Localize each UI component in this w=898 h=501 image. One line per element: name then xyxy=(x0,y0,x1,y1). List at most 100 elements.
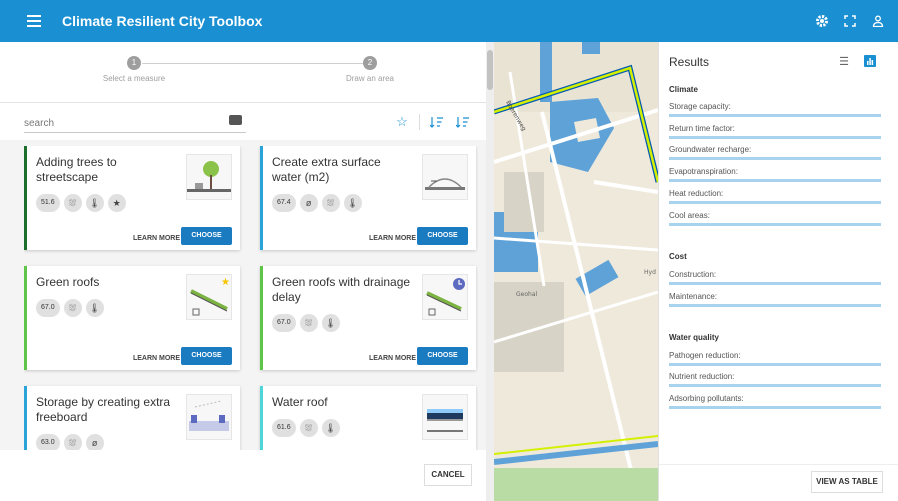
scrollbar[interactable] xyxy=(486,42,494,501)
result-row: Adsorbing pollutants: xyxy=(669,394,881,409)
rain-icon: ⛆ xyxy=(63,194,82,212)
result-label: Evapotranspiration: xyxy=(669,167,738,176)
map-poi-label: Geohal xyxy=(516,291,537,298)
measure-card[interactable]: Adding trees to streetscape 51.6 ⛆ 🌡 ★ L… xyxy=(24,146,240,250)
choose-button[interactable]: CHOOSE xyxy=(181,227,232,245)
no-drought-icon: ø xyxy=(299,194,318,212)
search-box xyxy=(24,113,246,133)
result-bar xyxy=(669,363,881,366)
app-title: Climate Resilient City Toolbox xyxy=(62,13,263,29)
measure-title: Green roofs xyxy=(36,275,100,289)
result-label: Storage capacity: xyxy=(669,102,731,111)
panel-footer: CANCEL xyxy=(0,450,488,501)
chart-view-icon[interactable] xyxy=(861,52,879,70)
cancel-button[interactable]: CANCEL xyxy=(424,464,472,486)
sort-alpha-icon[interactable] xyxy=(428,113,446,131)
results-footer: VIEW AS TABLE xyxy=(659,464,898,501)
freeboard-illustration xyxy=(186,394,232,440)
thermometer-icon: 🌡 xyxy=(321,419,340,437)
score-chip: 51.6 xyxy=(36,194,60,212)
choose-button[interactable]: CHOOSE xyxy=(181,347,232,365)
app-bar: Climate Resilient City Toolbox xyxy=(0,0,898,42)
fullscreen-icon[interactable] xyxy=(838,9,862,33)
choose-button[interactable]: CHOOSE xyxy=(417,347,468,365)
score-chip: 67.4 xyxy=(272,194,296,212)
step-select-measure[interactable]: 1 Select a measure xyxy=(64,56,204,83)
result-row: Groundwater recharge: xyxy=(669,145,881,160)
learn-more-link[interactable]: LEARN MORE xyxy=(369,355,416,362)
learn-more-link[interactable]: LEARN MORE xyxy=(133,235,180,242)
measure-card[interactable]: Create extra surface water (m2) 67.4 ø ⛆… xyxy=(260,146,476,250)
map-canvas[interactable]: Boerenweg Geohal Hyd xyxy=(494,42,658,501)
map-view[interactable]: Boerenweg Geohal Hyd xyxy=(494,42,658,501)
result-row: Pathogen reduction: xyxy=(669,351,881,366)
divider xyxy=(419,114,420,130)
measure-card[interactable]: Green roofs 67.0 ⛆ 🌡 ★ LEARN MORE CHOOSE xyxy=(24,266,240,370)
result-label: Return time factor: xyxy=(669,124,735,133)
step-draw-area[interactable]: 2 Draw an area xyxy=(300,56,440,83)
stepper: 1 Select a measure 2 Draw an area xyxy=(0,42,488,102)
measures-panel: 1 Select a measure 2 Draw an area ☆ Add xyxy=(0,42,488,501)
rain-icon: ⛆ xyxy=(299,419,318,437)
score-chip: 61.6 xyxy=(272,419,296,437)
measure-card[interactable]: Green roofs with drainage delay 67.0 ⛆ 🌡… xyxy=(260,266,476,370)
measure-title: Create extra surface water (m2) xyxy=(272,155,381,184)
result-bar xyxy=(669,282,881,285)
result-label: Adsorbing pollutants: xyxy=(669,394,744,403)
search-bar: ☆ xyxy=(0,102,488,140)
result-label: Pathogen reduction: xyxy=(669,351,741,360)
result-bar xyxy=(669,201,881,204)
results-title: Results xyxy=(669,55,710,69)
sort-numeric-icon[interactable] xyxy=(454,113,472,131)
measure-grid: Adding trees to streetscape 51.6 ⛆ 🌡 ★ L… xyxy=(24,146,478,496)
tree-illustration xyxy=(186,154,232,200)
map-label-hyd: Hyd xyxy=(644,269,656,276)
learn-more-link[interactable]: LEARN MORE xyxy=(133,355,180,362)
result-bar xyxy=(669,136,881,139)
result-bar xyxy=(669,179,881,182)
result-bar xyxy=(669,223,881,226)
score-chip: 67.0 xyxy=(36,299,60,317)
surface-water-illustration xyxy=(422,154,468,200)
step-number: 2 xyxy=(363,56,377,70)
result-row: Maintenance: xyxy=(669,292,881,307)
result-row: Cool areas: xyxy=(669,211,881,226)
favorites-star-icon[interactable]: ☆ xyxy=(393,113,411,131)
result-bar xyxy=(669,384,881,387)
measure-title: Water roof xyxy=(272,395,328,409)
rain-icon: ⛆ xyxy=(321,194,340,212)
results-panel: Results ☰ Climate Storage capacity: Retu… xyxy=(658,42,898,501)
thermometer-icon: 🌡 xyxy=(343,194,362,212)
section-title-climate: Climate xyxy=(669,85,698,94)
step-number: 1 xyxy=(127,56,141,70)
menu-icon[interactable] xyxy=(14,0,54,42)
list-view-icon[interactable]: ☰ xyxy=(835,52,853,70)
result-label: Groundwater recharge: xyxy=(669,145,752,154)
account-icon[interactable] xyxy=(866,9,890,33)
measure-title: Storage by creating extra freeboard xyxy=(36,395,171,424)
scrollbar-thumb[interactable] xyxy=(487,50,493,90)
measure-title: Adding trees to streetscape xyxy=(36,155,117,184)
settings-icon[interactable] xyxy=(810,9,834,33)
choose-button[interactable]: CHOOSE xyxy=(417,227,468,245)
result-row: Return time factor: xyxy=(669,124,881,139)
thermometer-icon: 🌡 xyxy=(85,299,104,317)
result-bar xyxy=(669,304,881,307)
rain-icon: ⛆ xyxy=(299,314,318,332)
svg-text:★: ★ xyxy=(221,277,230,288)
result-row: Storage capacity: xyxy=(669,102,881,117)
learn-more-link[interactable]: LEARN MORE xyxy=(369,235,416,242)
result-row: Construction: xyxy=(669,270,881,285)
result-label: Nutrient reduction: xyxy=(669,372,735,381)
keyboard-icon[interactable] xyxy=(229,115,242,125)
score-chip: 67.0 xyxy=(272,314,296,332)
view-as-table-button[interactable]: VIEW AS TABLE xyxy=(811,471,883,493)
result-label: Cool areas: xyxy=(669,211,710,220)
result-bar xyxy=(669,114,881,117)
water-roof-illustration xyxy=(422,394,468,440)
result-row: Evapotranspiration: xyxy=(669,167,881,182)
result-label: Construction: xyxy=(669,270,717,279)
search-input[interactable] xyxy=(24,114,214,133)
result-bar xyxy=(669,157,881,160)
drainage-delay-roof-illustration xyxy=(422,274,468,320)
